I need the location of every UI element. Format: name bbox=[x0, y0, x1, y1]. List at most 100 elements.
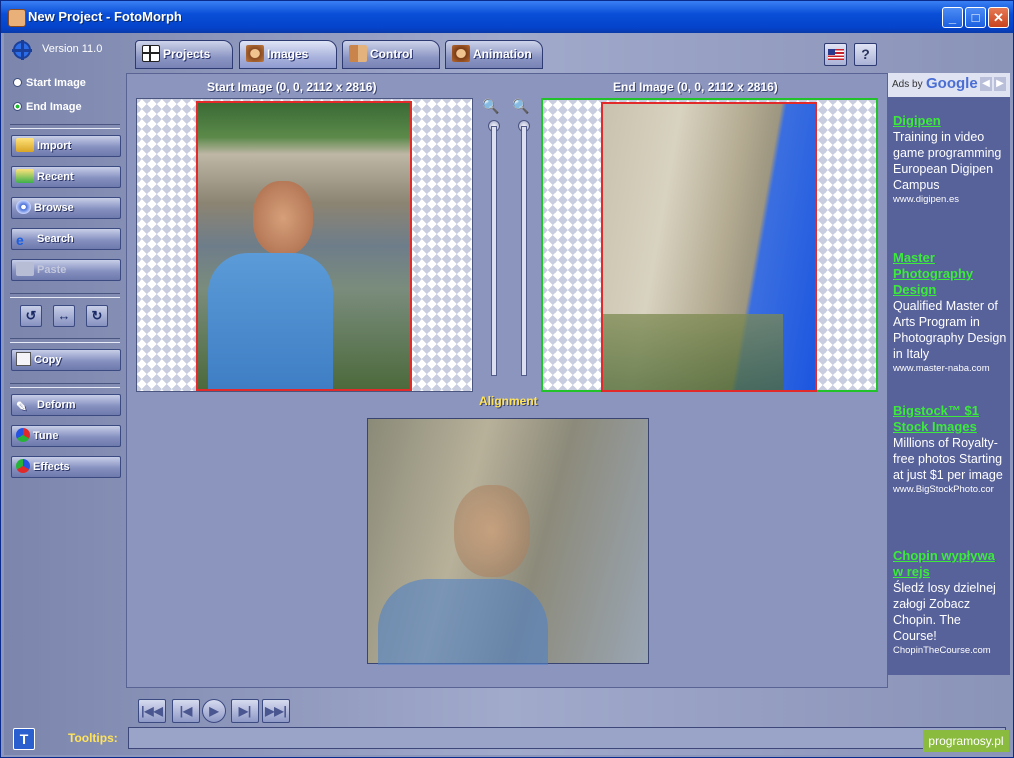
ads-header: Ads by Google ◀ ▶ bbox=[888, 73, 1010, 97]
ad-body: Qualified Master of Arts Program in Phot… bbox=[893, 299, 1007, 361]
ad-title[interactable]: Digipen bbox=[893, 113, 1007, 129]
ad-item[interactable]: Bigstock™ $1 Stock Images Millions of Ro… bbox=[893, 403, 1007, 495]
search-label: Search bbox=[37, 233, 74, 245]
animation-face-icon bbox=[452, 45, 470, 62]
import-button[interactable]: Import bbox=[11, 135, 121, 157]
deform-button[interactable]: ✎ Deform bbox=[11, 394, 121, 416]
tooltips-label: Tooltips: bbox=[68, 731, 118, 745]
tab-control[interactable]: Control bbox=[342, 40, 440, 69]
start-image-label: Start Image bbox=[26, 77, 86, 89]
ads-panel: Ads by Google ◀ ▶ Digipen Training in vi… bbox=[888, 73, 1010, 675]
tab-images-label: Images bbox=[267, 47, 309, 61]
tooltips-text-field bbox=[128, 727, 1006, 749]
zoom-out-icon[interactable]: 🔍 bbox=[512, 98, 530, 114]
tune-label: Tune bbox=[33, 430, 59, 442]
rotate-left-button[interactable]: ↺ bbox=[20, 305, 42, 327]
alignment-preview[interactable] bbox=[367, 418, 649, 665]
ad-title[interactable]: Chopin wypływa w rejs bbox=[893, 548, 1007, 580]
maximize-button[interactable]: □ bbox=[965, 7, 986, 28]
tune-button[interactable]: Tune bbox=[11, 425, 121, 447]
end-image-caption: End Image (0, 0, 2112 x 2816) bbox=[613, 80, 778, 94]
watermark: programosy.pl bbox=[923, 730, 1009, 752]
ads-by-label: Ads by bbox=[892, 79, 923, 90]
end-zoom-slider[interactable] bbox=[521, 126, 527, 376]
browse-button[interactable]: Browse bbox=[11, 197, 121, 219]
start-photo bbox=[196, 101, 412, 391]
app-icon bbox=[8, 9, 26, 27]
ad-url[interactable]: ChopinTheCourse.com bbox=[893, 645, 1007, 656]
first-frame-button[interactable]: |◀◀ bbox=[138, 699, 166, 723]
paste-label: Paste bbox=[37, 264, 67, 276]
divider bbox=[10, 338, 120, 343]
tab-animation[interactable]: Animation bbox=[445, 40, 543, 69]
play-button[interactable]: ▶ bbox=[202, 699, 226, 723]
disc-icon bbox=[16, 200, 31, 214]
google-logo: Google bbox=[926, 75, 978, 92]
person-shirt bbox=[208, 253, 333, 389]
left-panel: Version 11.0 Start Image End Image Impor… bbox=[4, 33, 126, 723]
language-flag-button[interactable] bbox=[824, 43, 847, 66]
flip-horizontal-button[interactable]: ↔ bbox=[53, 305, 75, 327]
folder-open-icon bbox=[16, 138, 34, 152]
minimize-button[interactable]: _ bbox=[942, 7, 963, 28]
control-faces-icon bbox=[349, 45, 367, 62]
ads-prev-arrow-icon[interactable]: ◀ bbox=[980, 77, 992, 91]
recent-button[interactable]: Recent bbox=[11, 166, 121, 188]
us-flag-icon bbox=[827, 49, 844, 60]
ad-title[interactable]: Master Photography Design bbox=[893, 250, 1007, 298]
divider bbox=[10, 383, 120, 388]
rotate-right-button[interactable]: ↻ bbox=[86, 305, 108, 327]
start-zoom-slider[interactable] bbox=[491, 126, 497, 376]
overlay-shirt bbox=[378, 579, 548, 665]
copy-label: Copy bbox=[34, 354, 62, 366]
window-title: New Project - FotoMorph bbox=[28, 9, 182, 24]
overlay-head bbox=[454, 485, 530, 577]
divider bbox=[10, 293, 120, 298]
ads-next-arrow-icon[interactable]: ▶ bbox=[994, 77, 1006, 91]
ad-url[interactable]: www.digipen.es bbox=[893, 194, 1007, 205]
ad-url[interactable]: www.master-naba.com bbox=[893, 363, 1007, 374]
app-window: New Project - FotoMorph _ □ ✕ Version 11… bbox=[0, 0, 1014, 758]
ad-item[interactable]: Master Photography Design Qualified Mast… bbox=[893, 250, 1007, 374]
person-head bbox=[253, 181, 313, 255]
tab-images[interactable]: Images bbox=[239, 40, 337, 69]
ad-item[interactable]: Chopin wypływa w rejs Śledź losy dzielne… bbox=[893, 548, 1007, 656]
help-button[interactable]: ? bbox=[854, 43, 877, 66]
effects-label: Effects bbox=[33, 461, 70, 473]
search-button[interactable]: e Search bbox=[11, 228, 121, 250]
paste-button[interactable]: Paste bbox=[11, 259, 121, 281]
internet-explorer-icon: e bbox=[16, 232, 24, 248]
effects-button[interactable]: Effects bbox=[11, 456, 121, 478]
start-image-canvas[interactable] bbox=[136, 98, 473, 392]
next-frame-button[interactable]: ▶| bbox=[231, 699, 259, 723]
copy-button[interactable]: Copy bbox=[11, 349, 121, 371]
tab-projects[interactable]: Projects bbox=[135, 40, 233, 69]
ad-url[interactable]: www.BigStockPhoto.cor bbox=[893, 484, 1007, 495]
version-label: Version 11.0 bbox=[42, 43, 103, 55]
image-workspace: Start Image (0, 0, 2112 x 2816) End Imag… bbox=[126, 73, 888, 688]
recent-folder-icon bbox=[16, 169, 34, 183]
deform-label: Deform bbox=[37, 399, 76, 411]
last-frame-button[interactable]: ▶▶| bbox=[262, 699, 290, 723]
title-bar[interactable]: New Project - FotoMorph _ □ ✕ bbox=[1, 1, 1013, 33]
radio-icon bbox=[13, 78, 22, 87]
grid-icon bbox=[142, 45, 160, 62]
radio-selected-icon bbox=[13, 102, 22, 111]
ad-item[interactable]: Digipen Training in video game programmi… bbox=[893, 113, 1007, 205]
zoom-in-icon[interactable]: 🔍 bbox=[482, 98, 500, 114]
prev-frame-button[interactable]: |◀ bbox=[172, 699, 200, 723]
ad-body: Training in video game programming Europ… bbox=[893, 130, 1002, 192]
start-image-radio[interactable]: Start Image bbox=[13, 77, 86, 89]
client-area: Version 11.0 Start Image End Image Impor… bbox=[4, 33, 1010, 755]
divider bbox=[10, 124, 120, 129]
deform-brush-icon: ✎ bbox=[16, 399, 27, 414]
ad-title[interactable]: Bigstock™ $1 Stock Images bbox=[893, 403, 1007, 435]
color-wheel-icon bbox=[16, 428, 30, 442]
fotomorph-logo-icon bbox=[12, 40, 32, 60]
end-photo bbox=[601, 102, 817, 392]
end-image-radio[interactable]: End Image bbox=[13, 101, 82, 113]
tooltips-toggle-button[interactable]: T bbox=[13, 728, 35, 750]
end-image-canvas[interactable] bbox=[541, 98, 878, 392]
cliff-vegetation bbox=[603, 314, 783, 390]
close-button[interactable]: ✕ bbox=[988, 7, 1009, 28]
